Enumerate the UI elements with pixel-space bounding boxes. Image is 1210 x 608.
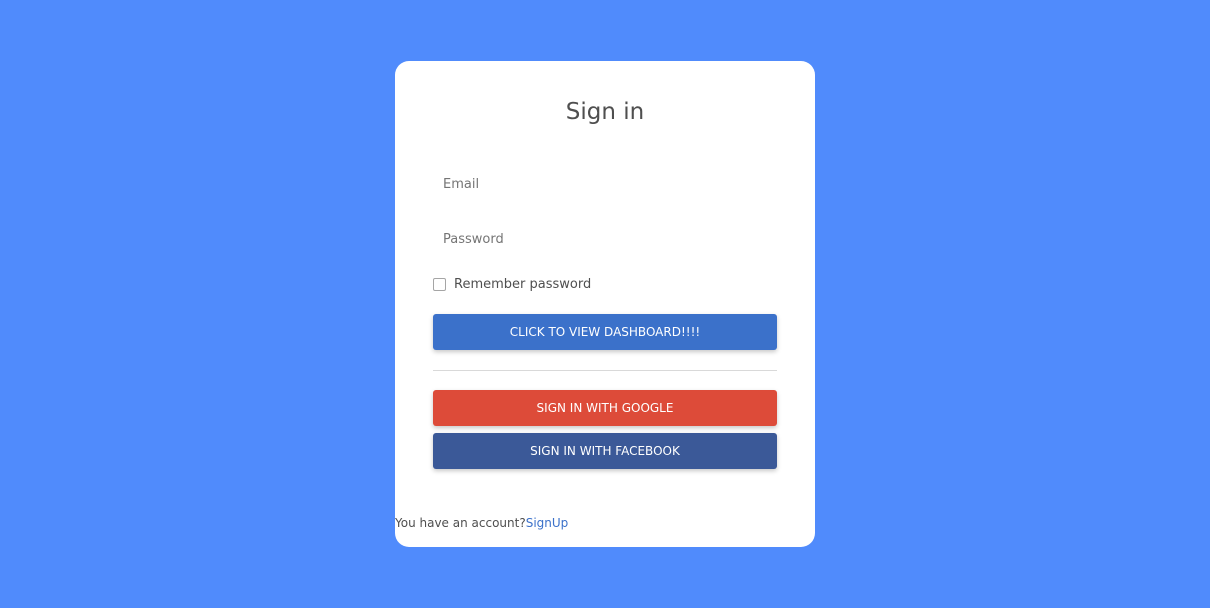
login-card: Sign in Remember password CLICK TO VIEW … xyxy=(395,61,815,547)
page-title: Sign in xyxy=(565,99,645,125)
remember-password-label: Remember password xyxy=(454,276,592,292)
google-sign-in-button[interactable]: SIGN IN WITH GOOGLE xyxy=(433,390,777,426)
account-text: You have an account? xyxy=(395,516,526,530)
signup-prompt: You have an account?SignUp xyxy=(395,515,568,531)
remember-password-control[interactable]: Remember password xyxy=(433,276,591,292)
remember-password-checkbox[interactable] xyxy=(433,277,446,291)
signup-link[interactable]: SignUp xyxy=(526,516,569,530)
email-field[interactable] xyxy=(433,166,777,202)
form-divider xyxy=(433,370,777,371)
view-dashboard-button[interactable]: CLICK TO VIEW DASHBOARD!!!! xyxy=(433,314,777,350)
facebook-sign-in-button[interactable]: SIGN IN WITH FACEBOOK xyxy=(433,433,777,469)
password-field[interactable] xyxy=(433,221,777,257)
